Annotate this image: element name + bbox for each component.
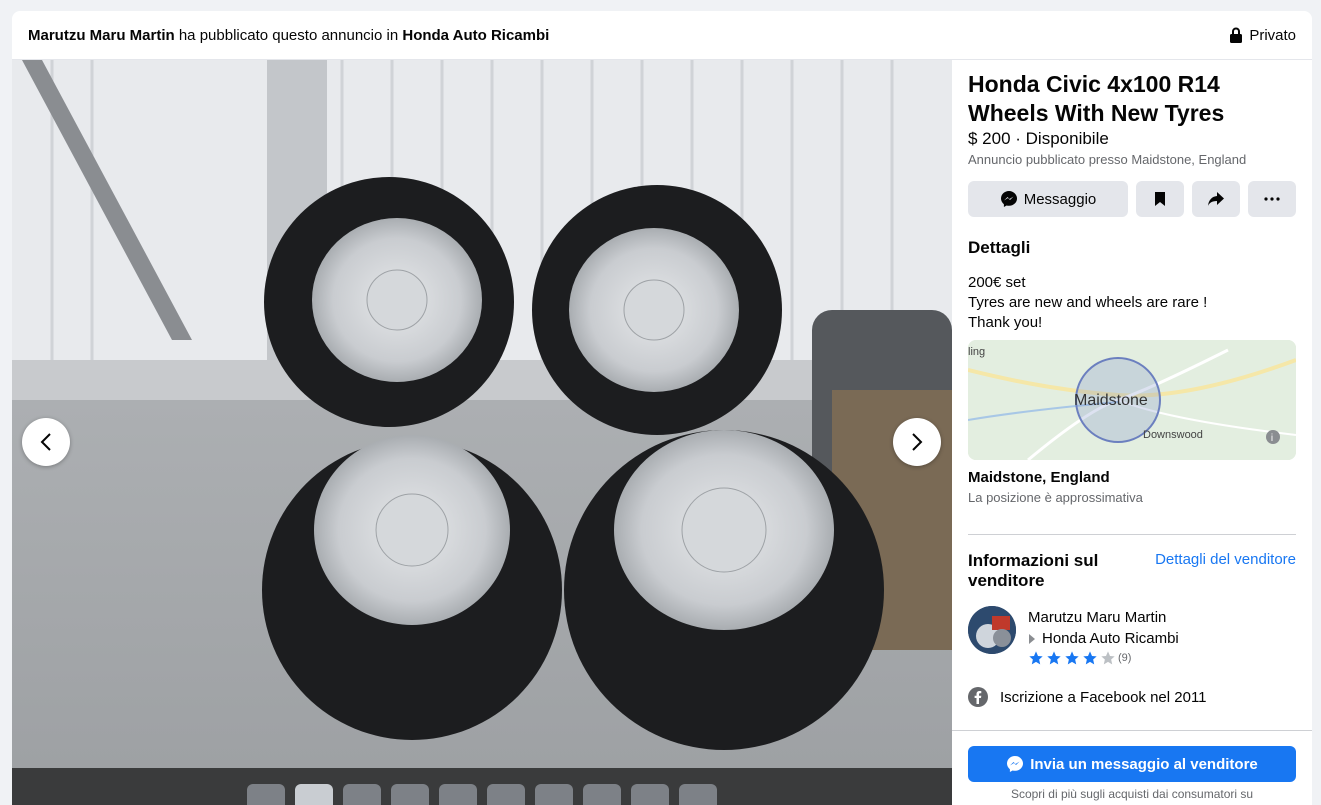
privacy-indicator: Privato <box>1229 27 1296 44</box>
seller-avatar[interactable] <box>968 606 1016 654</box>
description-line: Tyres are new and wheels are rare ! <box>968 294 1208 311</box>
listing-header: Marutzu Maru Martin ha pubblicato questo… <box>12 11 1312 60</box>
seller-group: Honda Auto Ricambi <box>1028 630 1179 647</box>
share-icon <box>1208 192 1224 206</box>
more-icon <box>1264 197 1280 201</box>
divider <box>968 534 1296 535</box>
consumer-info-note[interactable]: Scopri di più sugli acquisti dai consuma… <box>952 787 1312 801</box>
photo-thumbnail[interactable] <box>583 784 621 805</box>
location-map[interactable]: i Maidstone Downswood ling <box>968 340 1296 460</box>
photo-thumbnail[interactable] <box>343 784 381 805</box>
seller-group-name[interactable]: Honda Auto Ricambi <box>1042 630 1179 647</box>
svg-text:i: i <box>1271 433 1273 444</box>
photo-thumbnail[interactable] <box>439 784 477 805</box>
seller-joined-info: Iscrizione a Facebook nel 2011 <box>968 687 1207 707</box>
contact-footer: Invia un messaggio al venditore Scopri d… <box>952 730 1312 805</box>
header-text: Marutzu Maru Martin ha pubblicato questo… <box>28 27 549 44</box>
caret-right-icon <box>1029 633 1035 644</box>
photo-thumbnail[interactable] <box>679 784 717 805</box>
seller-rating[interactable]: (9) <box>1028 650 1131 666</box>
seller-info-heading: Informazioni sul venditore <box>968 551 1099 590</box>
next-photo-button[interactable] <box>893 418 941 466</box>
photo-thumbnail[interactable] <box>391 784 429 805</box>
photo-thumbnail[interactable] <box>487 784 525 805</box>
listing-price-status: $ 200 · Disponibile <box>968 129 1109 148</box>
map-area-label: Downswood <box>1143 429 1203 441</box>
header-middle-text: ha pubblicato questo annuncio in <box>178 26 399 44</box>
seller-name[interactable]: Marutzu Maru Martin <box>1028 609 1166 626</box>
lock-icon <box>1230 27 1243 43</box>
star-empty-icon <box>1101 651 1115 665</box>
photo-thumbnail[interactable] <box>247 784 285 805</box>
map-location-note: La posizione è approssimativa <box>968 490 1143 505</box>
map-edge-label: ling <box>968 346 986 358</box>
star-icon <box>1083 651 1097 665</box>
listing-posted-location[interactable]: Annuncio pubblicato presso Maidstone, En… <box>968 152 1246 167</box>
details-heading: Dettagli <box>968 238 1031 257</box>
photo-thumbnail-strip <box>12 768 952 805</box>
save-button[interactable] <box>1136 181 1184 217</box>
seller-details-link[interactable]: Dettagli del venditore <box>1155 551 1296 568</box>
send-message-label: Invia un messaggio al venditore <box>1030 755 1258 773</box>
listing-actions: Messaggio <box>968 181 1296 217</box>
bookmark-icon <box>1155 192 1165 206</box>
send-message-button[interactable]: Invia un messaggio al venditore <box>968 746 1296 782</box>
chevron-left-icon <box>40 433 51 451</box>
description-line: 200€ set <box>968 274 1026 291</box>
message-button[interactable]: Messaggio <box>968 181 1128 217</box>
listing-title: Honda Civic 4x100 R14 Wheels With New Ty… <box>968 71 1225 126</box>
chevron-right-icon <box>912 433 923 451</box>
header-seller-name[interactable]: Marutzu Maru Martin <box>28 27 175 44</box>
listing-photo <box>12 60 952 768</box>
description-line: Thank you! <box>968 314 1043 331</box>
share-button[interactable] <box>1192 181 1240 217</box>
star-icon <box>1047 651 1061 665</box>
photo-thumbnail[interactable] <box>295 784 333 805</box>
photo-viewer <box>12 60 952 805</box>
listing-description: 200€ set Tyres are new and wheels are ra… <box>968 273 1207 333</box>
message-button-label: Messaggio <box>1023 190 1097 208</box>
messenger-icon <box>1007 756 1024 772</box>
joined-text: Iscrizione a Facebook nel 2011 <box>1000 688 1207 706</box>
star-icon <box>1029 651 1043 665</box>
facebook-icon <box>968 687 988 707</box>
previous-photo-button[interactable] <box>22 418 70 466</box>
more-options-button[interactable] <box>1248 181 1296 217</box>
photo-thumbnail[interactable] <box>631 784 669 805</box>
header-group-name[interactable]: Honda Auto Ricambi <box>402 27 549 44</box>
photo-thumbnail[interactable] <box>535 784 573 805</box>
messenger-icon <box>1000 191 1017 207</box>
rating-count: (9) <box>1118 652 1132 664</box>
listing-details-panel: Honda Civic 4x100 R14 Wheels With New Ty… <box>952 60 1312 805</box>
star-icon <box>1065 651 1079 665</box>
map-city-label: Maidstone <box>1074 392 1148 409</box>
privacy-label: Privato <box>1249 26 1296 44</box>
map-location-city: Maidstone, England <box>968 469 1110 486</box>
